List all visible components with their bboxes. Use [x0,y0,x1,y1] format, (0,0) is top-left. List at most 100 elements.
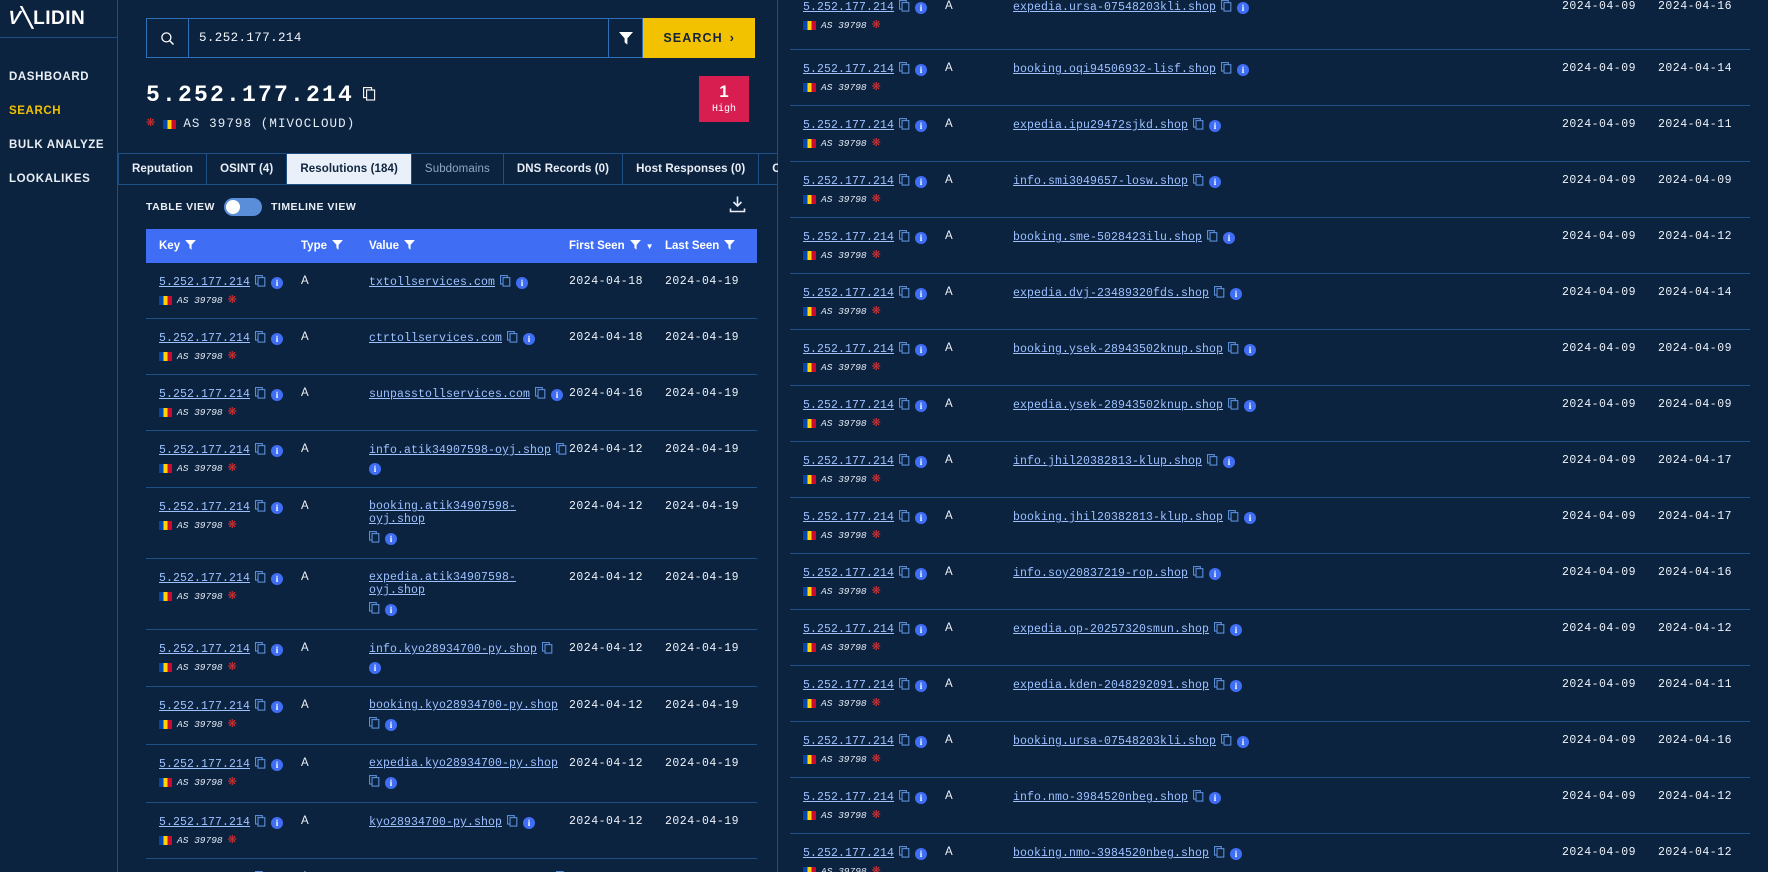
copy-icon[interactable] [898,286,910,301]
brand-logo[interactable]: VVALIDIN╲LIDIN [6,7,85,30]
value-domain-link[interactable]: kyo28934700-py.shop [369,816,502,829]
info-icon[interactable]: i [271,643,284,656]
info-icon[interactable]: i [1244,343,1257,356]
info-icon[interactable]: i [523,332,536,345]
key-ip-link[interactable]: 5.252.177.214 [159,388,250,401]
copy-icon[interactable] [898,62,910,77]
filter-icon[interactable] [629,239,641,253]
value-domain-link[interactable]: booking.ursa-07548203kli.shop [1013,735,1216,748]
copy-icon[interactable] [254,387,266,402]
copy-icon[interactable] [506,815,518,830]
value-domain-link[interactable]: sunpasstollservices.com [369,388,530,401]
info-icon[interactable]: i [915,455,928,468]
value-domain-link[interactable]: booking.kyo28934700-py.shop [369,699,558,712]
info-icon[interactable]: i [1237,735,1250,748]
copy-icon[interactable] [368,602,380,617]
info-icon[interactable]: i [915,791,928,804]
copy-icon[interactable] [506,331,518,346]
table-row[interactable]: 5.252.177.214 i AS 39798 ❋ A expedia.kden… [790,666,1750,722]
copy-icon[interactable] [368,531,380,546]
info-icon[interactable]: i [369,463,381,475]
info-icon[interactable]: i [915,679,928,692]
copy-icon[interactable] [1228,342,1239,357]
key-ip-link[interactable]: 5.252.177.214 [803,63,894,76]
info-icon[interactable]: i [915,287,928,300]
copy-icon[interactable] [254,500,266,515]
copy-icon[interactable] [1213,622,1225,637]
copy-icon[interactable] [1192,790,1204,805]
key-ip-link[interactable]: 5.252.177.214 [803,623,894,636]
key-ip-link[interactable]: 5.252.177.214 [803,343,894,356]
copy-icon[interactable] [898,678,910,693]
copy-icon[interactable] [254,757,266,772]
info-icon[interactable]: i [385,718,397,731]
key-ip-link[interactable]: 5.252.177.214 [803,399,894,412]
key-ip-link[interactable]: 5.252.177.214 [803,1,894,14]
key-ip-link[interactable]: 5.252.177.214 [803,791,894,804]
info-icon[interactable]: i [551,388,564,401]
value-domain-link[interactable]: info.jhil20382813-klup.shop [1013,455,1202,468]
copy-icon[interactable] [898,398,910,413]
copy-icon[interactable] [898,342,910,357]
key-ip-link[interactable]: 5.252.177.214 [159,643,250,656]
table-row[interactable]: 5.252.177.214 i AS 39798 ❋ A kyo28934700-… [146,803,757,859]
copy-icon[interactable] [1206,230,1218,245]
filter-icon[interactable] [185,239,196,253]
info-icon[interactable]: i [385,603,397,616]
value-domain-link[interactable]: booking.atik34907598-oyj.shop [369,500,569,526]
column-header-type[interactable]: Type [301,239,369,253]
table-row[interactable]: 5.252.177.214 i AS 39798 ❋ A ctrtollservi… [146,319,757,375]
value-domain-link[interactable]: info.kyo28934700-py.shop [369,643,537,656]
table-row[interactable]: 5.252.177.214 i AS 39798 ❋ A booking.jhil… [790,498,1750,554]
value-domain-link[interactable]: expedia.op-20257320smun.shop [1013,623,1209,636]
copy-icon[interactable] [1221,734,1232,749]
column-header-value[interactable]: Value [369,239,569,253]
copy-icon[interactable] [555,443,567,458]
copy-icon[interactable] [898,510,910,525]
key-ip-link[interactable]: 5.252.177.214 [159,758,250,771]
table-row[interactable]: 5.252.177.214 i AS 39798 ❋ A expedia.ursa… [790,0,1750,50]
value-domain-link[interactable]: expedia.ursa-07548203kli.shop [1013,1,1216,14]
key-ip-link[interactable]: 5.252.177.214 [803,847,894,860]
copy-icon[interactable] [898,454,910,469]
value-domain-link[interactable]: expedia.atik34907598-oyj.shop [369,571,569,597]
info-icon[interactable]: i [385,532,397,545]
info-icon[interactable]: i [1209,119,1222,132]
table-row[interactable]: 5.252.177.214 i AS 39798 ❋ A expedia.ysek… [790,386,1750,442]
copy-icon[interactable] [1206,454,1218,469]
copy-icon[interactable] [254,331,266,346]
table-row[interactable]: 5.252.177.214 i AS 39798 ❋ A info.nmo-398… [790,778,1750,834]
copy-icon[interactable] [898,174,910,189]
copy-icon[interactable] [254,699,266,714]
value-domain-link[interactable]: info.soy20837219-rop.shop [1013,567,1188,580]
key-ip-link[interactable]: 5.252.177.214 [159,444,250,457]
copy-icon[interactable] [898,566,910,581]
table-row[interactable]: 5.252.177.214 i AS 39798 ❋ A booking.nmo-… [790,834,1750,872]
sidebar-item-dashboard[interactable]: DASHBOARD [0,60,117,94]
info-icon[interactable]: i [1230,623,1243,636]
table-row[interactable]: 5.252.177.214 i AS 39798 ❋ A booking.sme-… [790,218,1750,274]
info-icon[interactable]: i [271,572,284,585]
key-ip-link[interactable]: 5.252.177.214 [803,511,894,524]
table-row[interactable]: 5.252.177.214 i AS 39798 ❋ A info.atik349… [146,431,757,488]
table-row[interactable]: 5.252.177.214i AS 39798 ❋ A info.mokr-98… [146,859,757,872]
table-row[interactable]: 5.252.177.214 i AS 39798 ❋ A booking.ysek… [790,330,1750,386]
copy-icon[interactable] [1213,286,1225,301]
info-icon[interactable]: i [915,1,928,14]
filter-icon[interactable] [724,239,736,253]
info-icon[interactable]: i [271,276,284,289]
value-domain-link[interactable]: expedia.dvj-23489320fds.shop [1013,287,1209,300]
info-icon[interactable]: i [915,567,928,580]
download-icon[interactable] [728,195,747,219]
copy-icon[interactable] [1192,566,1204,581]
info-icon[interactable]: i [523,816,536,829]
info-icon[interactable]: i [271,332,284,345]
copy-icon[interactable] [368,775,380,790]
tab-dns-records[interactable]: DNS Records (0) [504,154,624,184]
copy-icon[interactable] [1213,678,1225,693]
copy-icon[interactable] [898,790,910,805]
tab-reputation[interactable]: Reputation [118,154,208,184]
info-icon[interactable]: i [1237,63,1250,76]
copy-icon[interactable] [499,275,511,290]
value-domain-link[interactable]: info.smi3049657-losw.shop [1013,175,1188,188]
